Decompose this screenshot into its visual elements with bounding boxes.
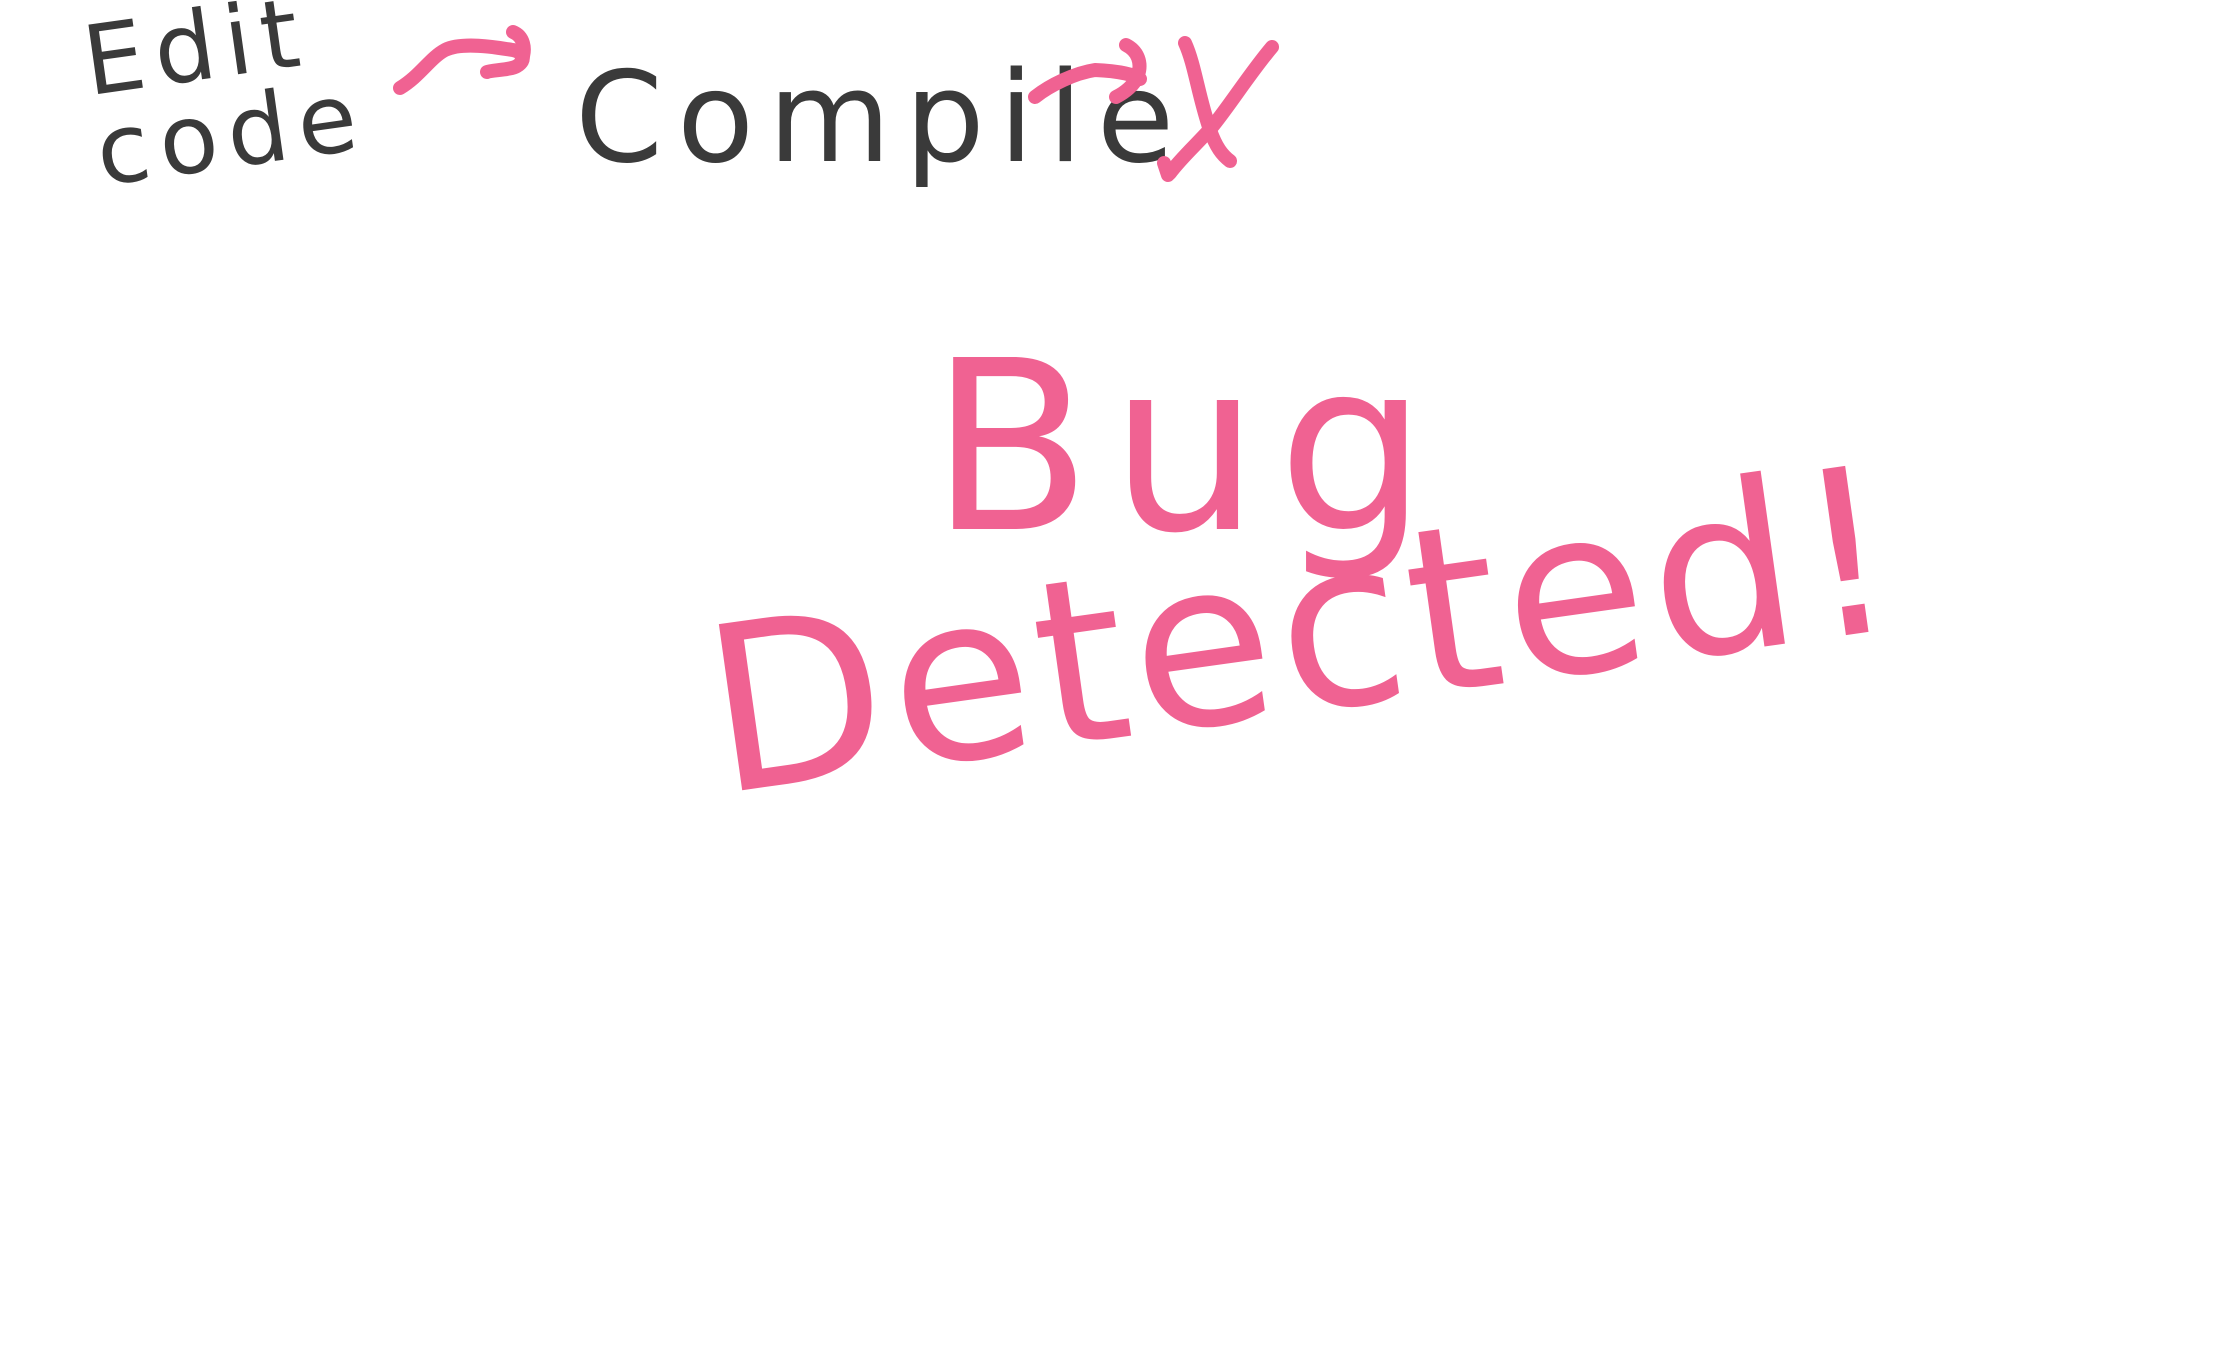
arrow-right-icon bbox=[393, 25, 531, 95]
sketch-canvas: Edit code Compile Bug Detected! bbox=[0, 0, 2221, 1362]
edit-code-label: Edit code bbox=[76, 0, 374, 209]
x-mark-icon bbox=[1157, 36, 1279, 182]
